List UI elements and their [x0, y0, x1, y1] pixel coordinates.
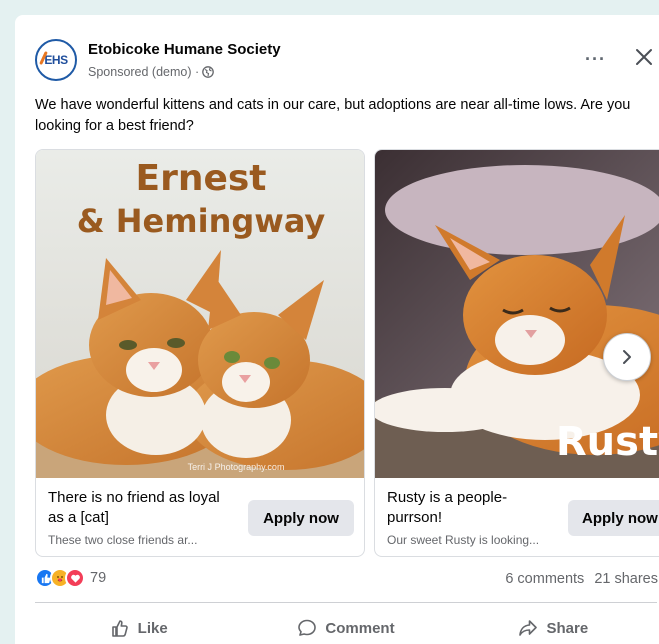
- sponsored-label[interactable]: Sponsored (demo) ·: [88, 65, 199, 79]
- thumbs-up-icon: [111, 620, 128, 637]
- engagement-counts: 6 comments 21 shares: [505, 571, 658, 587]
- post-body-text: We have wonderful kittens and cats in ou…: [35, 97, 631, 134]
- share-button[interactable]: Share: [450, 610, 657, 644]
- post-meta: Sponsored (demo) ·: [88, 65, 215, 79]
- post-action-bar: Like Comment Share: [35, 610, 657, 644]
- share-label: Share: [546, 619, 589, 637]
- ad-carousel: Ernest & Hemingway Terri J Photography.c…: [35, 149, 659, 559]
- like-label: Like: [137, 619, 168, 637]
- globe-icon: [202, 66, 215, 78]
- divider: [35, 602, 657, 603]
- slide-title-rusty: Rusty: [556, 419, 659, 465]
- cat-photo-rusty: Rusty: [375, 150, 659, 478]
- photo-credit: Terri J Photography.com: [188, 462, 285, 472]
- card-headline: There is no friend as loyal as a [cat]: [48, 489, 220, 526]
- sponsored-post-card: EHS Etobicoke Humane Society Sponsored (…: [15, 15, 659, 644]
- slide-title-line-2: & Hemingway: [77, 202, 326, 240]
- shares-count-link[interactable]: 21 shares: [594, 571, 658, 587]
- chevron-right-icon: [623, 350, 631, 364]
- avatar-logo-text: EHS: [44, 53, 68, 67]
- apply-now-button[interactable]: Apply now: [568, 500, 659, 536]
- more-options-icon[interactable]: ···: [585, 49, 606, 70]
- card-description: Our sweet Rusty is looking...: [387, 533, 540, 547]
- comment-bubble-icon: [298, 619, 317, 636]
- comment-button[interactable]: Comment: [242, 610, 449, 644]
- slide-title-line-1: Ernest: [135, 158, 266, 199]
- page-name-link[interactable]: Etobicoke Humane Society: [88, 41, 281, 58]
- carousel-card-ernest-hemingway[interactable]: Ernest & Hemingway Terri J Photography.c…: [35, 149, 365, 557]
- like-button[interactable]: Like: [35, 610, 242, 644]
- close-icon[interactable]: [633, 46, 655, 68]
- page-avatar[interactable]: EHS: [35, 39, 77, 81]
- carousel-next-button[interactable]: [603, 333, 651, 381]
- reaction-summary[interactable]: 79: [35, 568, 106, 588]
- cats-photo-ernest-hemingway: Ernest & Hemingway Terri J Photography.c…: [36, 150, 364, 478]
- card-description: These two close friends ar...: [48, 533, 198, 547]
- card-headline: Rusty is a people-purrson!: [387, 489, 508, 526]
- carousel-card-footer: There is no friend as loyal as a [cat] T…: [36, 478, 364, 556]
- post-header: EHS Etobicoke Humane Society Sponsored (…: [35, 37, 659, 87]
- comments-count-link[interactable]: 6 comments: [505, 571, 584, 587]
- comment-label: Comment: [325, 619, 395, 637]
- love-reaction-icon: [65, 568, 85, 588]
- share-arrow-icon: [519, 620, 538, 636]
- apply-now-button[interactable]: Apply now: [248, 500, 354, 536]
- reaction-count: 79: [90, 570, 107, 586]
- carousel-card-footer: Rusty is a people-purrson! Our sweet Rus…: [375, 478, 659, 556]
